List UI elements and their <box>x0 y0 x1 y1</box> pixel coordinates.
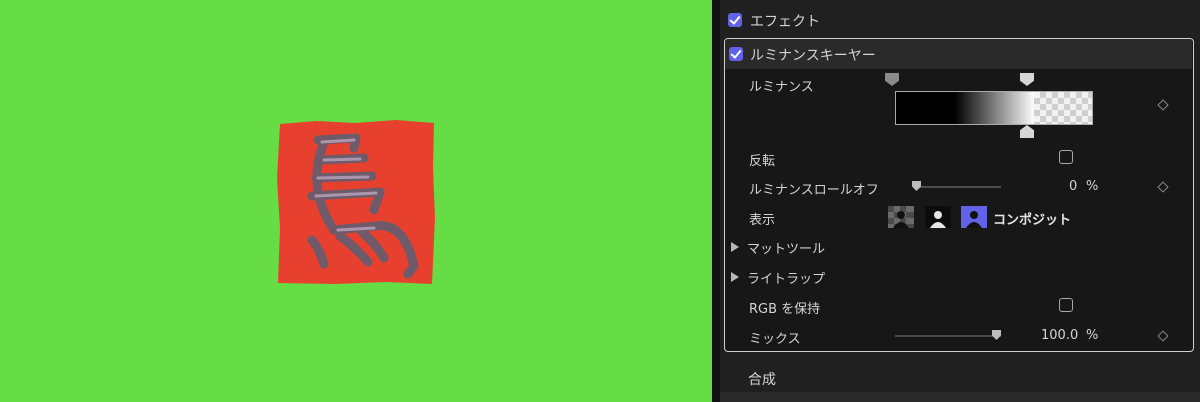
light-wrap-label[interactable]: ライトラップ <box>747 268 825 287</box>
composite-section-header[interactable]: 合成 <box>720 362 1200 392</box>
mix-slider-track[interactable] <box>895 335 1001 337</box>
seal-image <box>277 120 435 284</box>
preserve-rgb-checkbox[interactable] <box>1059 298 1073 312</box>
view-matte-button[interactable] <box>888 206 914 228</box>
rolloff-unit: % <box>1086 179 1099 194</box>
rolloff-slider-knob[interactable] <box>912 181 921 191</box>
view-mode-label: コンポジット <box>993 213 1072 228</box>
effects-header-row[interactable]: エフェクト <box>720 5 1200 35</box>
video-viewer[interactable] <box>0 0 712 402</box>
mix-label: ミックス <box>749 332 801 347</box>
luma-keyer-section: ルミナンスキーヤー ルミナンス 反転 ルミナンスロールオフ 0 % 表示 コンポ… <box>724 38 1194 352</box>
luminance-white-handle[interactable] <box>1020 73 1034 86</box>
person-icon <box>925 206 951 228</box>
transparency-checker <box>1034 92 1092 124</box>
effects-enable-checkbox[interactable] <box>728 13 742 27</box>
view-original-button[interactable] <box>925 206 951 228</box>
invert-checkbox[interactable] <box>1059 150 1073 164</box>
matte-tools-disclosure-icon[interactable] <box>731 242 739 252</box>
mix-unit: % <box>1086 328 1099 343</box>
luminance-label: ルミナンス <box>749 80 814 95</box>
luminance-black-handle[interactable] <box>885 73 899 86</box>
luma-keyer-enable-checkbox[interactable] <box>729 47 743 61</box>
luminance-gradient[interactable] <box>895 91 1093 125</box>
matte-view-icon <box>888 206 914 228</box>
luminance-keyframe-icon[interactable] <box>1157 99 1169 111</box>
rolloff-label: ルミナンスロールオフ <box>749 183 879 198</box>
luminance-softness-handle[interactable] <box>1020 125 1034 138</box>
effects-header-label: エフェクト <box>750 14 820 30</box>
mix-value[interactable]: 100.0 <box>1041 328 1078 343</box>
composite-label: 合成 <box>748 372 776 388</box>
mix-keyframe-icon[interactable] <box>1157 330 1169 342</box>
next-row-strip <box>720 392 1200 402</box>
composite-view-icon <box>961 206 987 228</box>
light-wrap-disclosure-icon[interactable] <box>731 272 739 282</box>
luma-keyer-title: ルミナンスキーヤー <box>750 48 876 64</box>
invert-label: 反転 <box>749 154 776 169</box>
rolloff-keyframe-icon[interactable] <box>1157 181 1169 193</box>
rolloff-slider-track[interactable] <box>913 186 1001 188</box>
view-composite-button[interactable] <box>961 206 987 228</box>
luma-keyer-header[interactable]: ルミナンスキーヤー <box>725 39 1192 69</box>
panel-divider[interactable] <box>712 0 720 402</box>
inspector-panel: エフェクト ルミナンスキーヤー ルミナンス 反転 ルミナンスロールオフ 0 % … <box>720 0 1200 402</box>
preserve-rgb-label: RGB を保持 <box>749 302 821 317</box>
mix-slider-knob[interactable] <box>992 330 1001 340</box>
view-label: 表示 <box>749 213 776 228</box>
rolloff-value[interactable]: 0 <box>1069 179 1077 194</box>
matte-tools-label[interactable]: マットツール <box>747 238 825 257</box>
